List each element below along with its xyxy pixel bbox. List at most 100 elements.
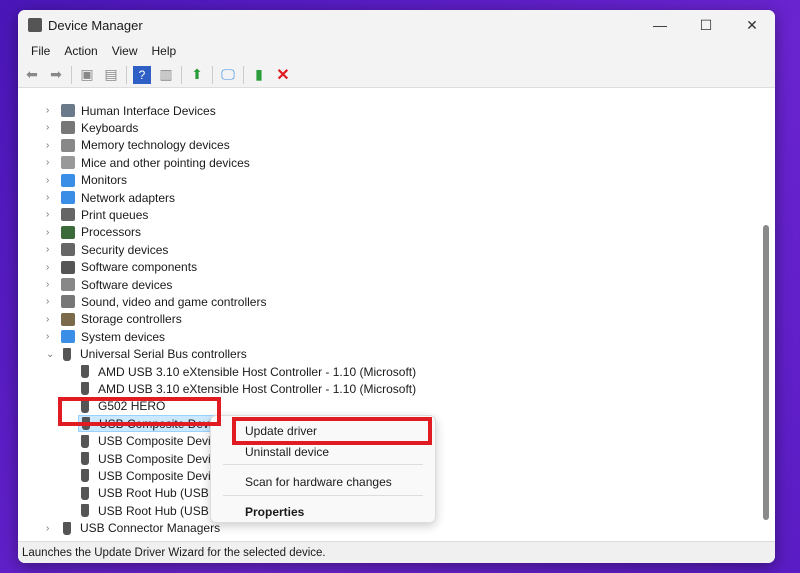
tree-category[interactable]: › Storage controllers [18, 311, 182, 328]
usb-icon [81, 452, 89, 465]
usb-icon [63, 521, 71, 535]
chevron-right-icon[interactable]: › [46, 244, 56, 255]
chevron-right-icon[interactable]: › [46, 262, 56, 273]
tree-category[interactable]: › Human Interface Devices [18, 102, 216, 119]
category-label: Software components [81, 260, 198, 275]
toolbar: ⬅ ➡ ▣ ▤ ? ▥ ⬆ 🖵 ▮ ✕ [18, 62, 775, 88]
forward-icon[interactable]: ➡ [47, 66, 65, 84]
chevron-down-icon[interactable]: ⌄ [46, 349, 56, 360]
device-category-icon [61, 330, 75, 344]
uninstall-icon[interactable]: ✕ [274, 66, 292, 84]
tree-device[interactable]: USB Composite Device [78, 450, 223, 467]
view-icon[interactable]: ▥ [157, 66, 175, 84]
menu-item-uninstall-device[interactable]: Uninstall device [245, 445, 329, 459]
menu-bar: File Action View Help [18, 40, 775, 62]
tree-category[interactable]: › Software components [18, 259, 197, 276]
show-hide-icon[interactable]: ▤ [102, 66, 120, 84]
title-bar: Device Manager — ☐ ✕ [18, 10, 775, 40]
tree-category[interactable]: › Memory technology devices [18, 137, 230, 154]
device-label: AMD USB 3.10 eXtensible Host Controller … [98, 381, 417, 396]
tree-category[interactable]: › Print queues [18, 206, 148, 223]
tree-device[interactable]: AMD USB 3.10 eXtensible Host Controller … [78, 363, 416, 380]
device-category-icon [61, 278, 75, 291]
chevron-right-icon[interactable]: › [46, 331, 56, 342]
chevron-right-icon[interactable]: › [46, 314, 56, 325]
usb-icon [81, 434, 89, 448]
back-icon[interactable]: ⬅ [23, 66, 41, 84]
device-category-icon [61, 243, 75, 257]
tree-category[interactable]: › Processors [18, 224, 141, 241]
device-category-icon [61, 104, 75, 117]
chevron-right-icon[interactable]: › [46, 279, 56, 290]
device-category-icon [61, 173, 75, 187]
device-manager-icon [28, 18, 42, 32]
minimize-button[interactable]: — [637, 10, 683, 40]
usb-icon [81, 504, 89, 518]
tree-category[interactable]: › USB Connector Managers [18, 520, 220, 537]
scan-icon[interactable]: 🖵 [219, 66, 237, 84]
highlight-selected-device [58, 397, 221, 426]
category-label: Network adapters [81, 190, 176, 205]
category-label: Keyboards [81, 120, 139, 135]
menu-view[interactable]: View [105, 44, 145, 58]
device-category-icon [61, 191, 75, 204]
tree-category[interactable]: › Mice and other pointing devices [18, 154, 250, 171]
tree-category[interactable]: › Security devices [18, 241, 168, 258]
category-label: Mice and other pointing devices [81, 155, 250, 170]
chevron-right-icon[interactable]: › [46, 192, 56, 203]
category-label: Memory technology devices [81, 138, 230, 153]
usb-icon [81, 382, 89, 396]
tree-category[interactable]: › Software devices [18, 276, 172, 293]
menu-item-properties[interactable]: Properties [245, 505, 304, 519]
menu-file[interactable]: File [24, 44, 57, 58]
device-category-icon [61, 138, 75, 152]
category-label: Processors [81, 225, 142, 240]
close-button[interactable]: ✕ [729, 10, 775, 40]
scrollbar[interactable] [761, 90, 771, 539]
enable-device-icon[interactable]: ▮ [250, 66, 268, 84]
device-category-icon [61, 225, 75, 239]
chevron-right-icon[interactable]: › [46, 227, 56, 238]
tree-device[interactable]: AMD USB 3.10 eXtensible Host Controller … [78, 380, 416, 397]
chevron-right-icon[interactable]: › [46, 209, 56, 220]
menu-action[interactable]: Action [57, 44, 104, 58]
tree-category-usb[interactable]: ⌄ Universal Serial Bus controllers [18, 346, 247, 363]
device-category-icon [61, 156, 75, 170]
update-driver-icon[interactable]: ⬆ [188, 66, 206, 84]
category-label: Software devices [81, 277, 173, 292]
chevron-right-icon[interactable]: › [46, 523, 56, 534]
chevron-right-icon[interactable]: › [46, 105, 56, 116]
menu-help[interactable]: Help [145, 44, 184, 58]
category-label: Storage controllers [81, 312, 182, 327]
chevron-right-icon[interactable]: › [46, 157, 56, 168]
chevron-right-icon[interactable]: › [46, 122, 56, 133]
tree-category[interactable]: › Sound, video and game controllers [18, 293, 266, 310]
maximize-button[interactable]: ☐ [683, 10, 729, 40]
category-label: Print queues [81, 207, 149, 222]
scrollbar-thumb[interactable] [763, 225, 769, 520]
usb-icon [81, 365, 89, 378]
category-label: USB Connector Managers [80, 521, 221, 536]
highlight-update-driver [232, 417, 432, 445]
device-category-icon [61, 295, 75, 309]
help-icon[interactable]: ? [133, 65, 151, 84]
window-title: Device Manager [48, 17, 143, 33]
tree-category[interactable]: › System devices [18, 328, 165, 345]
device-label: USB Composite Device [98, 468, 224, 483]
tree-category[interactable]: › Monitors [18, 172, 127, 189]
device-category-icon [61, 121, 75, 135]
usb-icon [81, 469, 89, 483]
device-label: AMD USB 3.10 eXtensible Host Controller … [98, 364, 417, 379]
chevron-right-icon[interactable]: › [46, 140, 56, 151]
tree-device[interactable]: USB Composite Device [78, 433, 223, 450]
menu-item-scan-hardware[interactable]: Scan for hardware changes [245, 475, 392, 489]
device-label: USB Composite Device [98, 451, 224, 466]
chevron-right-icon[interactable]: › [46, 296, 56, 307]
usb-icon [63, 347, 71, 361]
device-category-icon [61, 260, 75, 274]
tree-category[interactable]: › Network adapters [18, 189, 175, 206]
properties-icon[interactable]: ▣ [78, 66, 96, 84]
chevron-right-icon[interactable]: › [46, 175, 56, 186]
tree-category[interactable]: › Keyboards [18, 119, 138, 136]
tree-device[interactable]: USB Composite Device [78, 467, 223, 484]
